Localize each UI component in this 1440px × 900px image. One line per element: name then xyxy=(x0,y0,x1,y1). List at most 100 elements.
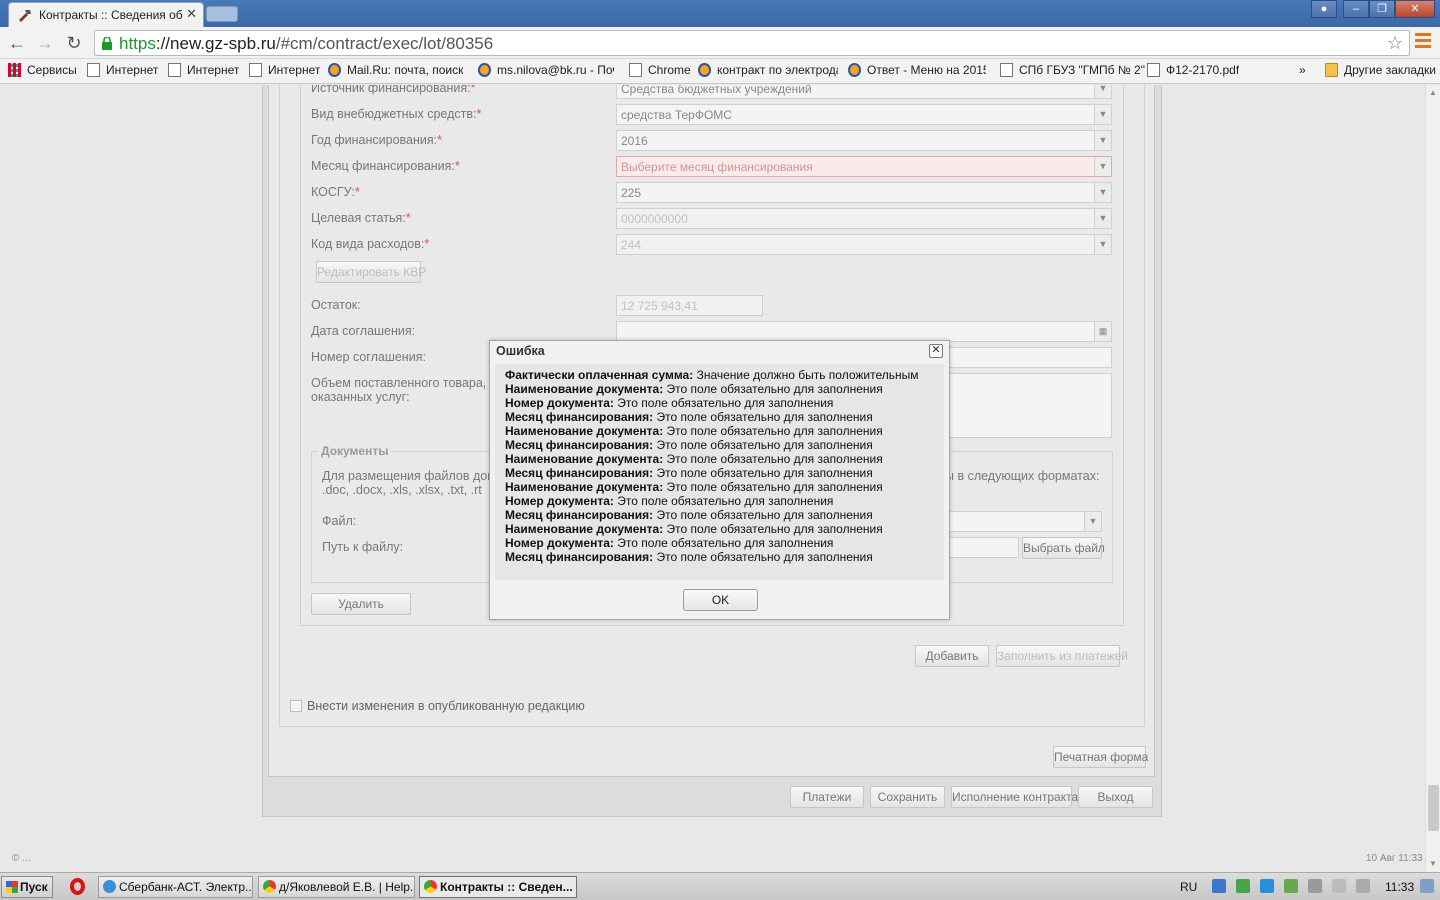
error-dialog: Ошибка ✕ Фактически оплаченная сумма: Зн… xyxy=(489,340,950,620)
exit-button[interactable]: Выход xyxy=(1078,786,1153,808)
bookmark-item[interactable]: Сервисы xyxy=(8,63,77,77)
close-window-button[interactable]: ✕ xyxy=(1395,0,1435,18)
bookmark-item[interactable]: Mail.Ru: почта, поиск в xyxy=(328,63,466,77)
show-desktop-icon[interactable] xyxy=(1420,879,1434,893)
taskbar-item[interactable]: д/Яковлевой Е.В. | Help... xyxy=(258,876,415,898)
offbudget-label: Вид внебюджетных средств:* xyxy=(311,107,482,121)
publish-changes-checkbox[interactable] xyxy=(290,700,302,712)
footer-date: 10 Авг 11:33 xyxy=(1366,853,1423,864)
chevron-down-icon: ▼ xyxy=(1094,183,1111,202)
file-select[interactable]: ▼ xyxy=(945,511,1102,532)
error-item: Наименование документа: Это поле обязате… xyxy=(505,522,883,536)
forward-icon[interactable]: → xyxy=(34,32,56,54)
tray-volume-icon[interactable] xyxy=(1356,879,1370,893)
apps-icon xyxy=(8,63,21,77)
file-path-field[interactable] xyxy=(945,537,1019,558)
calendar-icon[interactable]: ▦ xyxy=(1094,322,1111,341)
menu-icon[interactable] xyxy=(1415,33,1431,51)
delete-button[interactable]: Удалить xyxy=(311,593,411,615)
tray-antivirus-icon[interactable] xyxy=(1236,879,1250,893)
tray-skype-icon[interactable] xyxy=(1260,879,1274,893)
bookmark-item[interactable]: контракт по электрода xyxy=(698,63,838,77)
bookmarks-overflow-button[interactable]: » xyxy=(1299,63,1306,77)
bookmark-item[interactable]: Интернет xyxy=(87,63,158,77)
scroll-down-icon[interactable]: ▼ xyxy=(1429,859,1437,868)
target-label: Целевая статья:* xyxy=(311,211,411,225)
bookmark-item[interactable]: Ф12-2170.pdf xyxy=(1147,63,1239,77)
scroll-up-icon[interactable]: ▲ xyxy=(1429,88,1437,97)
error-item: Номер документа: Это поле обязательно дл… xyxy=(505,494,834,508)
chevron-down-icon: ▼ xyxy=(1094,85,1111,98)
bookmark-star-icon[interactable]: ☆ xyxy=(1387,33,1403,54)
docs-info-text-2: ы в следующих форматах: xyxy=(945,469,1100,483)
taskbar-item[interactable]: Контракты :: Сведен... xyxy=(419,876,577,898)
new-tab-button[interactable] xyxy=(206,6,238,22)
bookmark-item[interactable]: ms.nilova@bk.ru - Поч xyxy=(478,63,614,77)
back-icon[interactable]: ← xyxy=(6,32,28,54)
contract-execution-button[interactable]: Исполнение контракта xyxy=(951,786,1078,808)
month-select[interactable]: Выберите месяц финансирования ▼ xyxy=(616,156,1112,177)
ie-icon xyxy=(103,880,116,893)
target-select[interactable]: 0000000000 ▼ xyxy=(616,208,1112,229)
close-icon[interactable]: ✕ xyxy=(929,344,943,358)
error-item: Месяц финансирования: Это поле обязатель… xyxy=(505,410,873,424)
user-icon[interactable]: ● xyxy=(1311,0,1337,18)
chevron-down-icon: ▼ xyxy=(1094,105,1111,124)
print-form-button[interactable]: Печатная форма xyxy=(1053,746,1148,768)
copyright-text: © ... xyxy=(12,853,31,864)
tray-shield-icon[interactable] xyxy=(1284,879,1298,893)
source-select[interactable]: Средства бюджетных учреждений ▼ xyxy=(616,85,1112,99)
maximize-button[interactable]: ❐ xyxy=(1369,0,1395,18)
error-item: Наименование документа: Это поле обязате… xyxy=(505,424,883,438)
start-button[interactable]: Пуск xyxy=(1,876,53,898)
page-icon xyxy=(1147,63,1160,77)
hammer-icon xyxy=(19,10,31,22)
error-item: Наименование документа: Это поле обязате… xyxy=(505,480,883,494)
tray-network-icon[interactable] xyxy=(1308,879,1322,893)
bookmark-item[interactable]: Ответ - Меню на 2015 xyxy=(848,63,986,77)
kosgu-select[interactable]: 225 ▼ xyxy=(616,182,1112,203)
source-label: Источник финансирования:* xyxy=(311,85,476,95)
chevron-down-icon: ▼ xyxy=(1094,157,1111,176)
bookmark-item[interactable]: Интернет xyxy=(168,63,239,77)
chevron-down-icon: ▼ xyxy=(1084,512,1101,531)
language-indicator[interactable]: RU xyxy=(1180,880,1197,894)
bookmark-item[interactable]: СПб ГБУЗ "ГМПб № 2" xyxy=(1000,63,1145,77)
year-select[interactable]: 2016 ▼ xyxy=(616,130,1112,151)
tray-flag-icon[interactable] xyxy=(1332,879,1346,893)
other-bookmarks[interactable]: Другие закладки xyxy=(1325,63,1436,77)
fill-from-payments-button[interactable]: Заполнить из платежей xyxy=(996,645,1128,667)
edit-kvr-button[interactable]: Редактировать КВР xyxy=(316,261,426,283)
error-item: Фактически оплаченная сумма: Значение до… xyxy=(505,368,919,382)
save-button[interactable]: Сохранить xyxy=(870,786,945,808)
browser-tab[interactable]: Контракты :: Сведения об ✕ xyxy=(8,2,204,27)
opera-icon[interactable] xyxy=(70,878,85,895)
scroll-thumb[interactable] xyxy=(1428,785,1439,831)
bookmark-item[interactable]: Интернет xyxy=(249,63,320,77)
choose-file-button[interactable]: Выбрать файл xyxy=(1022,537,1105,559)
error-item: Номер документа: Это поле обязательно дл… xyxy=(505,536,834,550)
tab-close-icon[interactable]: ✕ xyxy=(186,6,197,22)
page-scrollbar[interactable]: ▲ ▼ xyxy=(1425,85,1440,872)
bookmark-item[interactable]: Chrome xyxy=(629,63,691,77)
tray-app-icon[interactable] xyxy=(1212,879,1226,893)
page-icon xyxy=(629,63,642,77)
year-label: Год финансирования:* xyxy=(311,133,442,147)
kvr-select[interactable]: 244 ▼ xyxy=(616,234,1112,255)
taskbar-item[interactable]: Сбербанк-АСТ. Электр... xyxy=(98,876,253,898)
address-bar[interactable]: https://new.gz-spb.ru/#cm/contract/exec/… xyxy=(94,30,1410,56)
offbudget-select[interactable]: средства ТерФОМС ▼ xyxy=(616,104,1112,125)
taskbar: Пуск Сбербанк-АСТ. Электр... д/Яковлевой… xyxy=(0,872,1440,900)
chevron-down-icon: ▼ xyxy=(1094,209,1111,228)
month-label: Месяц финансирования:* xyxy=(311,159,460,173)
error-item: Наименование документа: Это поле обязате… xyxy=(505,382,883,396)
minimize-button[interactable]: – xyxy=(1343,0,1369,18)
payments-button[interactable]: Платежи xyxy=(790,786,864,808)
clock[interactable]: 11:33 xyxy=(1385,880,1414,894)
add-button[interactable]: Добавить xyxy=(915,645,989,667)
ok-button[interactable]: OK xyxy=(683,589,758,611)
agreement-date-field[interactable]: ▦ xyxy=(616,321,1112,342)
volume-label-1: Объем поставленного товара, в xyxy=(311,376,497,390)
reload-icon[interactable]: ↻ xyxy=(63,32,85,54)
kvr-label: Код вида расходов:* xyxy=(311,237,430,251)
